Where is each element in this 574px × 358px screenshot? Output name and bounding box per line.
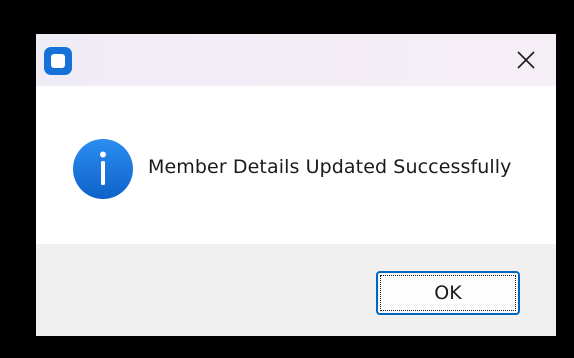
title-bar	[36, 34, 556, 86]
app-icon	[44, 47, 72, 75]
ok-button[interactable]: OK	[376, 271, 520, 315]
dialog-content: Member Details Updated Successfully	[36, 86, 556, 244]
close-icon	[517, 51, 535, 69]
info-icon	[73, 139, 133, 199]
dialog-footer: OK	[36, 244, 556, 336]
close-button[interactable]	[496, 34, 556, 86]
message-dialog: Member Details Updated Successfully OK	[36, 34, 556, 336]
dialog-message: Member Details Updated Successfully	[148, 156, 512, 178]
